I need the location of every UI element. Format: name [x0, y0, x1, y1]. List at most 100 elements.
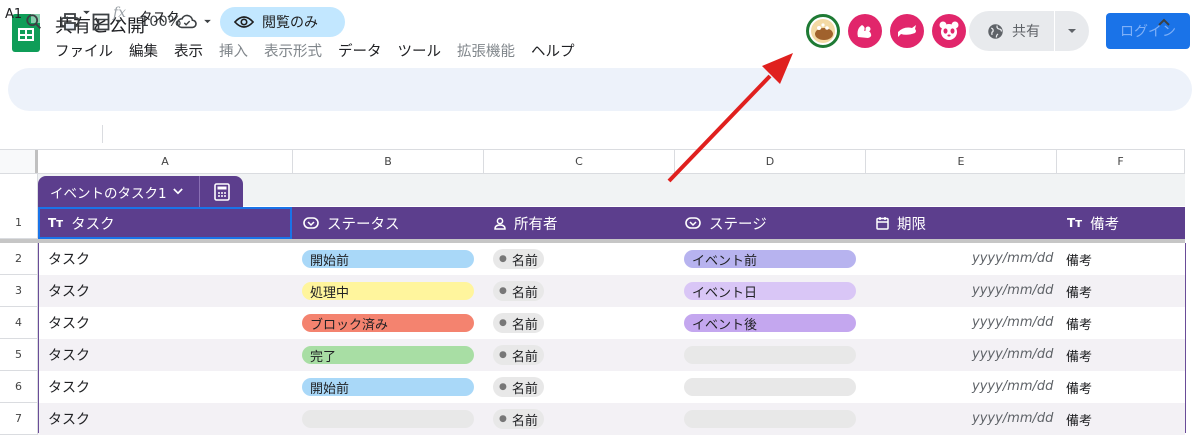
- table-border-right: [1185, 243, 1186, 433]
- formula-input[interactable]: タスク: [139, 6, 180, 26]
- column-header-b[interactable]: B: [293, 149, 484, 174]
- note-cell[interactable]: 備考: [1066, 275, 1092, 307]
- menu-data[interactable]: データ: [338, 40, 382, 61]
- header-cell-owner[interactable]: 所有者: [494, 207, 558, 239]
- search-menus-button[interactable]: [25, 0, 43, 43]
- stage-chip-empty[interactable]: [684, 378, 856, 396]
- owner-chip[interactable]: ● 名前: [493, 249, 544, 269]
- stage-chip-empty[interactable]: [684, 346, 856, 364]
- row-header-7[interactable]: 7: [0, 403, 38, 435]
- status-chip[interactable]: ブロック済み: [302, 314, 474, 333]
- column-header-f[interactable]: F: [1057, 149, 1185, 174]
- note-cell[interactable]: 備考: [1066, 307, 1092, 339]
- menu-tools[interactable]: ツール: [398, 40, 442, 61]
- view-only-label: 閲覧のみ: [262, 15, 318, 31]
- header-label: ステージ: [709, 216, 767, 233]
- header-label: 備考: [1090, 216, 1120, 233]
- header-label: 期限: [897, 216, 926, 233]
- collapse-menus-button[interactable]: [1158, 0, 1170, 43]
- globe-icon: [988, 23, 1003, 39]
- owner-chip[interactable]: ● 名前: [493, 281, 544, 301]
- share-button[interactable]: 共有: [969, 11, 1089, 51]
- menu-format: 表示形式: [264, 44, 322, 60]
- due-date-cell[interactable]: yyyy/mm/dd: [972, 411, 1053, 426]
- table-name-tab[interactable]: イベントのタスク1: [38, 176, 243, 207]
- print-icon: [60, 12, 80, 30]
- stage-chip-empty[interactable]: [684, 410, 856, 428]
- task-cell[interactable]: タスク: [48, 371, 90, 403]
- task-cell[interactable]: タスク: [48, 307, 90, 339]
- menu-edit[interactable]: 編集: [129, 40, 158, 61]
- menu-view[interactable]: 表示: [174, 40, 203, 61]
- text-type-icon: Tт: [1067, 216, 1083, 230]
- table-summary-button[interactable]: [200, 182, 243, 201]
- due-date-cell[interactable]: yyyy/mm/dd: [972, 283, 1053, 298]
- row-header-3[interactable]: 3: [0, 275, 38, 307]
- menu-help[interactable]: ヘルプ: [531, 40, 575, 61]
- print-button[interactable]: [60, 0, 80, 43]
- due-date-cell[interactable]: yyyy/mm/dd: [972, 347, 1053, 362]
- header-cell-status[interactable]: ステータス: [303, 207, 400, 239]
- owner-name: 名前: [511, 349, 538, 365]
- avatar-capybara[interactable]: [806, 14, 840, 48]
- row-header-1[interactable]: 1: [0, 207, 38, 239]
- select-all-corner[interactable]: [0, 149, 38, 174]
- owner-name: 名前: [511, 285, 538, 301]
- status-chip[interactable]: 開始前: [302, 250, 474, 269]
- active-cell-selection: [38, 207, 292, 239]
- status-chip[interactable]: 処理中: [302, 282, 474, 301]
- login-button[interactable]: ログイン: [1106, 13, 1190, 49]
- row-header-2[interactable]: 2: [0, 243, 38, 275]
- person-icon: ●: [499, 350, 507, 360]
- owner-chip[interactable]: ● 名前: [493, 409, 544, 429]
- share-dropdown-button[interactable]: [1055, 28, 1089, 34]
- note-cell[interactable]: 備考: [1066, 371, 1092, 403]
- due-date-cell[interactable]: yyyy/mm/dd: [972, 251, 1053, 266]
- header-cell-note[interactable]: Tт 備考: [1067, 207, 1119, 239]
- owner-name: 名前: [511, 413, 538, 429]
- column-header-a[interactable]: A: [38, 149, 293, 174]
- note-cell[interactable]: 備考: [1066, 339, 1092, 371]
- fx-icon: fx: [113, 5, 127, 21]
- row-header-5[interactable]: 5: [0, 339, 38, 371]
- task-cell[interactable]: タスク: [48, 339, 90, 371]
- avatar-squirrel[interactable]: [848, 14, 882, 48]
- name-box[interactable]: A1: [5, 7, 22, 22]
- header-cell-due[interactable]: 期限: [876, 207, 926, 239]
- row-header-blank: [0, 174, 38, 207]
- due-date-cell[interactable]: yyyy/mm/dd: [972, 315, 1053, 330]
- dropdown-type-icon: [303, 217, 319, 229]
- note-cell[interactable]: 備考: [1066, 243, 1092, 275]
- owner-chip[interactable]: ● 名前: [493, 377, 544, 397]
- row-header-4[interactable]: 4: [0, 307, 38, 339]
- view-only-chip[interactable]: 閲覧のみ: [220, 7, 345, 37]
- owner-chip[interactable]: ● 名前: [493, 313, 544, 333]
- status-chip[interactable]: 開始前: [302, 378, 474, 397]
- stage-chip[interactable]: イベント後: [684, 314, 856, 333]
- status-chip-empty[interactable]: [302, 410, 474, 428]
- caret-down-icon: [1068, 29, 1076, 33]
- owner-chip[interactable]: ● 名前: [493, 345, 544, 365]
- task-cell[interactable]: タスク: [48, 275, 90, 307]
- stage-chip[interactable]: イベント日: [684, 282, 856, 301]
- task-cell[interactable]: タスク: [48, 243, 90, 275]
- note-cell[interactable]: 備考: [1066, 403, 1092, 435]
- stage-chip[interactable]: イベント前: [684, 250, 856, 269]
- dropdown-type-icon: [685, 217, 701, 229]
- column-header-d[interactable]: D: [675, 149, 866, 174]
- header-cell-stage[interactable]: ステージ: [685, 207, 767, 239]
- menu-file[interactable]: ファイル: [55, 40, 113, 61]
- owner-name: 名前: [511, 381, 538, 397]
- column-header-e[interactable]: E: [866, 149, 1057, 174]
- person-icon: ●: [499, 318, 507, 328]
- status-chip[interactable]: 完了: [302, 346, 474, 365]
- name-box-caret-icon[interactable]: [82, 10, 91, 15]
- eye-icon: [234, 16, 254, 28]
- avatar-dolphin[interactable]: [890, 14, 924, 48]
- row-header-6[interactable]: 6: [0, 371, 38, 403]
- due-date-cell[interactable]: yyyy/mm/dd: [972, 379, 1053, 394]
- column-header-c[interactable]: C: [484, 149, 675, 174]
- task-cell[interactable]: タスク: [48, 403, 90, 435]
- avatar-panda[interactable]: [932, 14, 966, 48]
- table-border-left: [38, 243, 39, 433]
